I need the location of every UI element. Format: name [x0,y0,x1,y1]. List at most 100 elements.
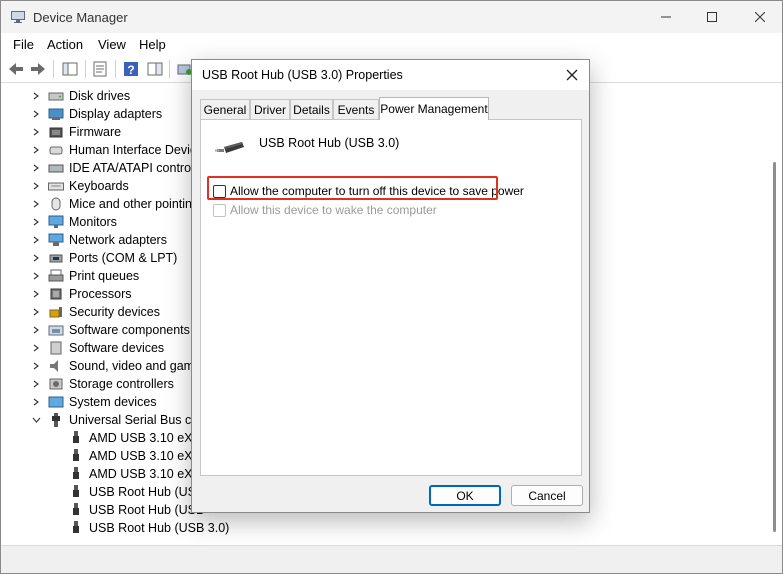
cancel-button[interactable]: Cancel [511,485,583,506]
scrollbar-thumb[interactable] [773,162,776,532]
tree-usb-device-item[interactable]: AMD USB 3.10 eXten [63,447,210,465]
hid-icon [49,146,63,155]
printer-icon [48,269,64,282]
tab-driver[interactable]: Driver [250,99,290,119]
tab-power-management[interactable]: Power Management [379,97,489,120]
tree-expander[interactable] [29,321,43,339]
allow-turn-off-label[interactable]: Allow the computer to turn off this devi… [230,184,524,198]
usb-controller-icon [52,413,60,427]
dialog-close-button[interactable] [564,67,580,83]
vertical-scrollbar[interactable] [767,84,782,545]
window-close-button[interactable] [737,1,782,33]
tab-details[interactable]: Details [290,99,333,119]
tree-expander[interactable] [29,267,43,285]
tree-expander[interactable] [29,141,43,159]
minimize-button[interactable] [643,1,689,33]
tree-item-label: Disk drives [69,89,131,103]
tree-expander[interactable] [29,177,43,195]
chevron-right-icon[interactable] [32,236,40,244]
tree-item-usb-controller[interactable]: Universal Serial Bus cont [29,411,209,429]
allow-wake-label: Allow this device to wake the computer [230,203,437,217]
tree-item-storage-controller[interactable]: Storage controllers [29,375,174,393]
tree-expander[interactable] [29,87,43,105]
tree-item-ide-controller[interactable]: IDE ATA/ATAPI controlle [29,159,204,177]
tree-expander[interactable] [29,213,43,231]
tree-item-label: Sound, video and game [69,359,202,373]
tree-item-network-adapter[interactable]: Network adapters [29,231,167,249]
status-bar [1,545,782,573]
help-icon[interactable]: ? [122,60,140,78]
show-hide-console-tree-icon[interactable] [61,60,79,78]
tree-expander[interactable] [29,375,43,393]
menu-help[interactable]: Help [139,37,166,52]
tree-usb-device-item[interactable]: AMD USB 3.10 eXten [63,465,210,483]
title-bar: Device Manager [1,1,782,33]
tree-item-firmware[interactable]: Firmware [29,123,121,141]
tree-expander[interactable] [29,159,43,177]
chevron-right-icon[interactable] [32,362,40,370]
tree-expander[interactable] [29,123,43,141]
menu-view[interactable]: View [98,37,126,52]
tree-item-software-component[interactable]: Software components [29,321,190,339]
chevron-right-icon[interactable] [32,182,40,190]
tree-expander[interactable] [29,357,43,375]
chevron-right-icon[interactable] [32,290,40,298]
dialog-title: USB Root Hub (USB 3.0) Properties [202,68,403,82]
chevron-right-icon[interactable] [32,344,40,352]
tree-expander[interactable] [29,411,43,429]
tree-expander[interactable] [29,285,43,303]
tree-item-disk-drive[interactable]: Disk drives [29,87,130,105]
tree-item-printer[interactable]: Print queues [29,267,139,285]
tree-expander[interactable] [29,231,43,249]
chevron-right-icon[interactable] [32,128,40,136]
tree-usb-device-item[interactable]: USB Root Hub (USB 3.0) [63,519,229,537]
tree-item-sound[interactable]: Sound, video and game [29,357,201,375]
ok-button[interactable]: OK [429,485,501,506]
chevron-right-icon[interactable] [32,146,40,154]
tree-item-label: Network adapters [69,233,167,247]
tree-expander[interactable] [29,249,43,267]
action-pane-icon[interactable] [146,60,164,78]
chevron-right-icon[interactable] [32,200,40,208]
tree-item-keyboard[interactable]: Keyboards [29,177,129,195]
chevron-right-icon[interactable] [32,110,40,118]
tree-usb-device-item[interactable]: USB Root Hub (USB [63,501,204,519]
storage-controller-icon [49,378,63,390]
chevron-right-icon[interactable] [32,398,40,406]
menu-action[interactable]: Action [47,37,83,52]
tree-item-monitor[interactable]: Monitors [29,213,117,231]
tree-expander[interactable] [29,105,43,123]
forward-arrow-icon[interactable] [29,60,47,78]
tab-general[interactable]: General [200,99,250,119]
chevron-right-icon[interactable] [32,272,40,280]
chevron-right-icon[interactable] [32,218,40,226]
tree-item-processor[interactable]: Processors [29,285,132,303]
tree-item-mouse[interactable]: Mice and other pointing [29,195,199,213]
chevron-down-icon[interactable] [32,416,41,424]
chevron-right-icon[interactable] [32,164,40,172]
chevron-right-icon[interactable] [32,254,40,262]
back-arrow-icon[interactable] [7,60,25,78]
allow-turn-off-checkbox[interactable] [213,184,226,198]
tree-expander[interactable] [29,339,43,357]
tree-expander[interactable] [29,393,43,411]
tree-expander[interactable] [29,303,43,321]
tree-usb-device-item[interactable]: AMD USB 3.10 eXten [63,429,210,447]
chevron-right-icon[interactable] [32,380,40,388]
tab-events[interactable]: Events [333,99,379,119]
tree-item-port[interactable]: Ports (COM & LPT) [29,249,177,267]
tree-expander[interactable] [29,195,43,213]
tree-item-software-device[interactable]: Software devices [29,339,164,357]
tree-item-security-device[interactable]: Security devices [29,303,160,321]
tree-item-hid[interactable]: Human Interface Device [29,141,203,159]
properties-icon[interactable] [91,60,109,78]
tree-usb-device-item[interactable]: USB Root Hub (USB [63,483,204,501]
tree-item-system-device[interactable]: System devices [29,393,157,411]
chevron-right-icon[interactable] [32,92,40,100]
tree-item-display-adapter[interactable]: Display adapters [29,105,162,123]
chevron-right-icon[interactable] [32,308,40,316]
maximize-button[interactable] [689,1,735,33]
allow-turn-off-option[interactable]: Allow the computer to turn off this devi… [213,183,524,199]
menu-file[interactable]: File [13,37,34,52]
chevron-right-icon[interactable] [32,326,40,334]
